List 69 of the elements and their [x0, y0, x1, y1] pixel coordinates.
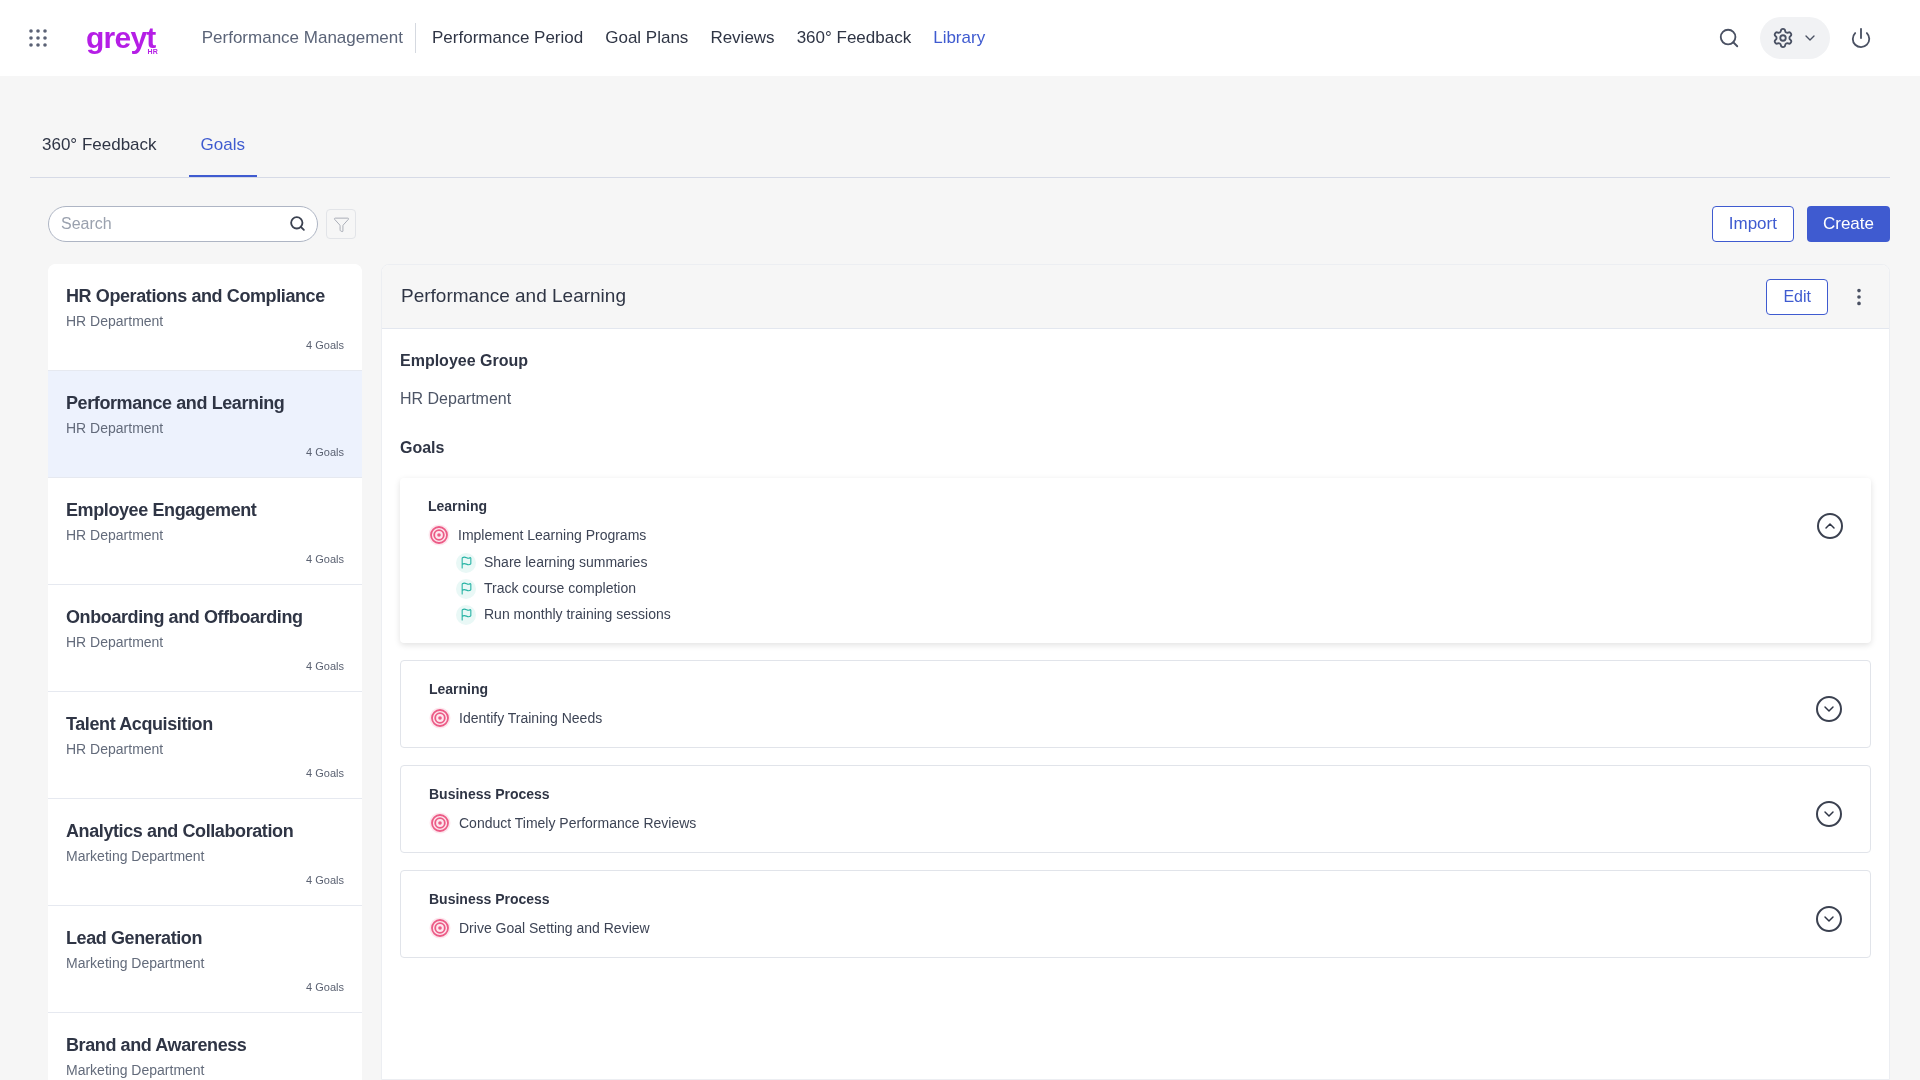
plan-department: Marketing Department — [66, 1061, 206, 1080]
nav-link[interactable]: 360° Feedback — [796, 25, 912, 51]
tab[interactable]: Goals — [188, 131, 257, 177]
plan-title: Performance and Learning — [66, 392, 286, 415]
goal-name: Conduct Timely Performance Reviews — [459, 813, 697, 833]
flag-icon — [456, 578, 476, 599]
goal-name: Implement Learning Programs — [458, 525, 647, 545]
plan-title: Analytics and Collaboration — [66, 820, 295, 843]
flag-icon — [456, 604, 476, 625]
settings-menu-button[interactable] — [1760, 17, 1830, 59]
milestone-name: Run monthly training sessions — [484, 605, 671, 624]
target-icon — [428, 524, 450, 546]
goal-count: 4 Goals — [306, 980, 344, 995]
settings-icon — [1772, 27, 1794, 49]
plan-title: Onboarding and Offboarding — [66, 606, 304, 629]
app-grid-icon[interactable] — [28, 28, 48, 48]
field-value: HR Department — [400, 389, 513, 409]
plan-department: HR Department — [66, 633, 165, 652]
goal-plan-item[interactable]: Performance and Learning HR Department 4 Goals — [48, 371, 362, 478]
search-icon — [289, 215, 306, 232]
expand-toggle[interactable] — [1816, 906, 1842, 932]
nav-link[interactable]: Performance Period — [432, 25, 584, 51]
goal-category: Business Process — [429, 785, 551, 804]
plan-title: Lead Generation — [66, 927, 204, 950]
nav-link[interactable]: Reviews — [710, 25, 775, 51]
plan-department: Marketing Department — [66, 954, 206, 973]
plan-department: HR Department — [66, 312, 165, 331]
plan-title: Employee Engagement — [66, 499, 258, 522]
expand-toggle[interactable] — [1816, 801, 1842, 827]
filter-icon — [332, 215, 350, 233]
power-icon[interactable] — [1850, 27, 1872, 49]
goal-count: 4 Goals — [306, 338, 344, 353]
goal-count: 4 Goals — [306, 873, 344, 888]
import-button[interactable]: Import — [1711, 206, 1794, 242]
expand-toggle[interactable] — [1816, 696, 1842, 722]
milestone-name: Share learning summaries — [484, 553, 648, 572]
goal-count: 4 Goals — [306, 766, 344, 781]
tab[interactable]: 360° Feedback — [30, 131, 169, 177]
plan-department: Marketing Department — [66, 847, 206, 866]
plan-title: HR Operations and Compliance — [66, 285, 326, 308]
goal-category: Learning — [428, 497, 489, 516]
goal-name: Identify Training Needs — [459, 708, 603, 728]
goal-count: 4 Goals — [306, 659, 344, 674]
plan-department: HR Department — [66, 526, 165, 545]
search-icon[interactable] — [1718, 27, 1740, 49]
goal-count: 4 Goals — [306, 552, 344, 567]
milestone-name: Track course completion — [484, 579, 636, 598]
goal-category: Learning — [429, 680, 490, 699]
nav-link[interactable]: Goal Plans — [605, 25, 689, 51]
field-label: Employee Group — [400, 351, 530, 371]
panel-title: Performance and Learning — [401, 284, 626, 309]
edit-button[interactable]: Edit — [1766, 278, 1828, 315]
expand-toggle[interactable] — [1817, 513, 1843, 539]
target-icon — [429, 917, 451, 939]
flag-icon — [456, 552, 476, 573]
plan-department: HR Department — [66, 419, 165, 438]
goal-name: Drive Goal Setting and Review — [459, 918, 650, 938]
target-icon — [429, 707, 451, 729]
section-label: Goals — [400, 438, 446, 458]
create-button[interactable]: Create — [1806, 206, 1890, 242]
goal-count: 4 Goals — [306, 445, 344, 460]
plan-department: HR Department — [66, 740, 165, 759]
target-icon — [429, 812, 451, 834]
nav-link[interactable]: Library — [933, 25, 986, 51]
module-title: Performance Management — [201, 23, 416, 53]
goal-category: Business Process — [429, 890, 551, 909]
plan-title: Brand and Awareness — [66, 1034, 248, 1057]
search-field[interactable]: Search — [48, 206, 318, 242]
plan-title: Talent Acquisition — [66, 713, 214, 736]
